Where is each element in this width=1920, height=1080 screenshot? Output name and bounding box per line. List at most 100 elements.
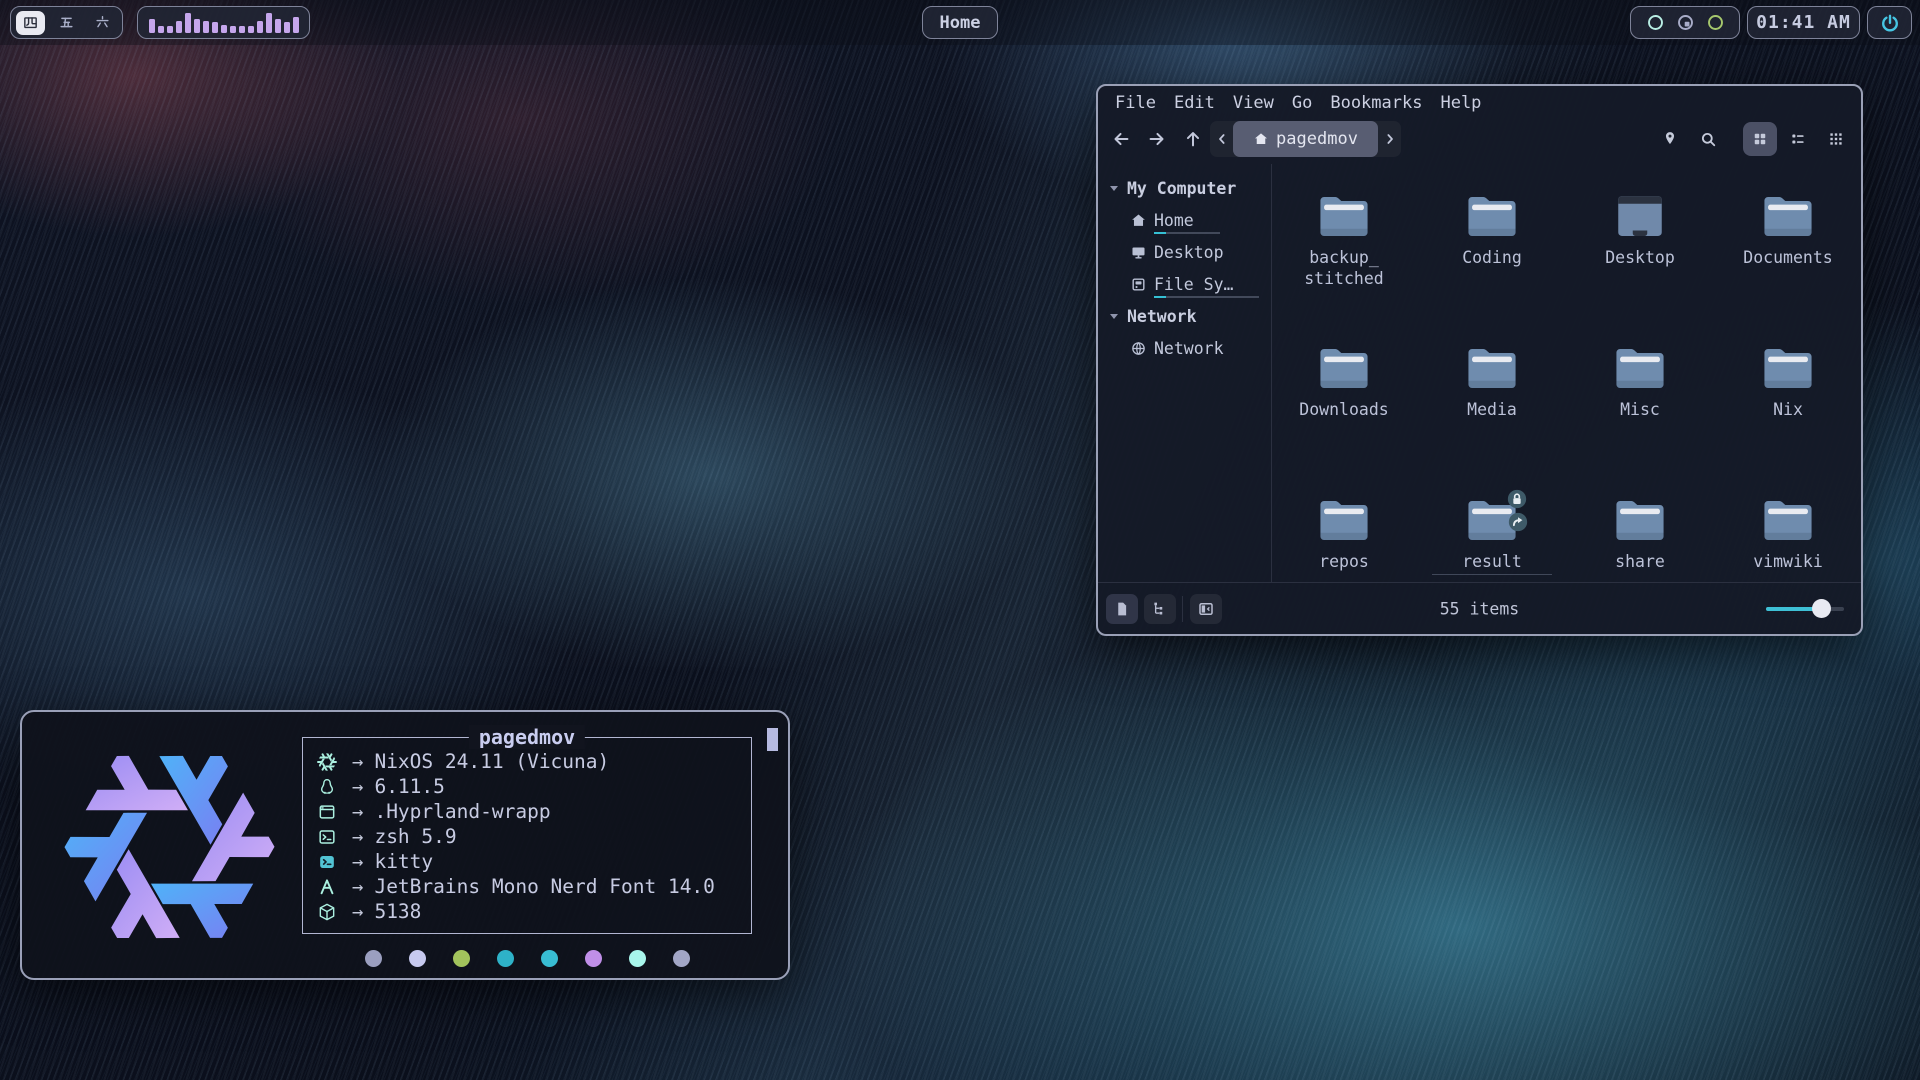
folder-icon xyxy=(1315,496,1373,544)
fetch-value: NixOS 24.11 (Vicuna) xyxy=(374,750,609,773)
file-item-result[interactable]: result xyxy=(1418,496,1566,572)
file-item-backup-stitched[interactable]: backup_stitched xyxy=(1270,192,1418,289)
focused-window-title: Home xyxy=(940,13,981,33)
arrow-icon: → xyxy=(352,776,363,798)
zoom-slider[interactable] xyxy=(1766,607,1844,611)
location-button[interactable] xyxy=(1653,122,1687,156)
menu-edit[interactable]: Edit xyxy=(1165,91,1224,115)
file-item-nix[interactable]: Nix xyxy=(1714,344,1862,420)
tray-item-cyan-ring[interactable] xyxy=(1646,13,1665,32)
fetch-row: → zsh 5.9 xyxy=(315,824,745,849)
compact-view-button[interactable] xyxy=(1819,122,1853,156)
file-item-vimwiki[interactable]: vimwiki xyxy=(1714,496,1862,572)
file-label: result xyxy=(1418,551,1566,572)
workspace-button-item[interactable] xyxy=(52,11,81,35)
file-manager-window: FileEditViewGoBookmarksHelp pagedmov My … xyxy=(1096,84,1863,636)
expander-icon xyxy=(1110,314,1118,319)
fetch-value: zsh 5.9 xyxy=(374,825,456,848)
sidebar-item-label: Home xyxy=(1154,211,1194,230)
sidebar-item-label: Network xyxy=(1154,339,1224,358)
sidebar-item-file-sy[interactable]: File Sy… xyxy=(1100,268,1271,300)
power-button[interactable] xyxy=(1867,6,1912,39)
back-button[interactable] xyxy=(1106,125,1136,153)
folder-icon xyxy=(1463,344,1521,392)
file-item-media[interactable]: Media xyxy=(1418,344,1566,420)
file-item-repos[interactable]: repos xyxy=(1270,496,1418,572)
arrow-icon: → xyxy=(352,901,363,923)
tray-item-green-ring[interactable] xyxy=(1706,13,1725,32)
visualizer-bar xyxy=(293,17,299,33)
zoom-slider-knob[interactable] xyxy=(1812,599,1831,618)
file-item-coding[interactable]: Coding xyxy=(1418,192,1566,268)
clock-widget[interactable]: 01:41 AM xyxy=(1747,6,1860,39)
desktop: { "top_bar": { "workspaces": [ { "glyph"… xyxy=(0,0,1920,1080)
file-label: Coding xyxy=(1418,247,1566,268)
folder-icon xyxy=(1611,496,1669,544)
visualizer-bar xyxy=(284,22,290,33)
visualizer-bar xyxy=(212,22,218,33)
folder-icon xyxy=(1759,344,1817,392)
tray[interactable] xyxy=(1630,6,1740,39)
icon-view-button[interactable] xyxy=(1743,122,1777,156)
visualizer-bar xyxy=(266,13,272,33)
file-item-misc[interactable]: Misc xyxy=(1566,344,1714,420)
folder-icon xyxy=(1463,192,1521,240)
visualizer-bar xyxy=(221,25,227,33)
sidebar-item-label: Desktop xyxy=(1154,243,1224,262)
sidebar-section-my-computer[interactable]: My Computer xyxy=(1100,172,1271,204)
file-item-desktop[interactable]: Desktop xyxy=(1566,192,1714,268)
sidebar-section-network[interactable]: Network xyxy=(1100,300,1271,332)
fetch-value: 6.11.5 xyxy=(374,775,444,798)
search-button[interactable] xyxy=(1691,122,1725,156)
menu-go[interactable]: Go xyxy=(1283,91,1321,115)
file-item-share[interactable]: share xyxy=(1566,496,1714,572)
up-button[interactable] xyxy=(1178,125,1208,153)
file-label: repos xyxy=(1270,551,1418,572)
sidebar-item-home[interactable]: Home xyxy=(1100,204,1271,236)
arrow-icon: → xyxy=(352,751,363,773)
tray-item-indicator-ring[interactable] xyxy=(1676,13,1695,32)
menu-bookmarks[interactable]: Bookmarks xyxy=(1321,91,1431,115)
fetch-row: →.Hyprland-wrapp xyxy=(315,799,745,824)
palette-dot xyxy=(629,950,646,967)
fetch-info-box: pagedmov →NixOS 24.11 (Vicuna)→6.11.5→.H… xyxy=(302,737,752,934)
focused-window-pill[interactable]: Home xyxy=(922,6,998,39)
folder-icon xyxy=(1759,496,1817,544)
menu-help[interactable]: Help xyxy=(1431,91,1490,115)
top-bar: Home 01:41 AM xyxy=(0,0,1920,45)
forward-button[interactable] xyxy=(1142,125,1172,153)
sidebar-item-desktop[interactable]: Desktop xyxy=(1100,236,1271,268)
palette-dot xyxy=(365,950,382,967)
menu-bar: FileEditViewGoBookmarksHelp xyxy=(1098,86,1861,116)
arrow-icon: → xyxy=(352,876,363,898)
sidebar-item-network[interactable]: Network xyxy=(1100,332,1271,364)
file-item-downloads[interactable]: Downloads xyxy=(1270,344,1418,420)
menu-view[interactable]: View xyxy=(1224,91,1283,115)
workspace-button-item[interactable] xyxy=(88,11,117,35)
sidebar-item-label: File Sy… xyxy=(1154,275,1233,294)
desktop-icon xyxy=(1611,192,1669,240)
fetch-value: kitty xyxy=(374,850,433,873)
menu-file[interactable]: File xyxy=(1106,91,1165,115)
drive-icon xyxy=(1130,276,1147,293)
list-view-button[interactable] xyxy=(1781,122,1815,156)
section-label: My Computer xyxy=(1127,179,1236,198)
fetch-row: →5138 xyxy=(315,899,745,924)
search-icon xyxy=(1699,130,1718,149)
file-item-documents[interactable]: Documents xyxy=(1714,192,1862,268)
visualizer-bar xyxy=(167,26,173,33)
palette-dot xyxy=(541,950,558,967)
file-label: Misc xyxy=(1566,399,1714,420)
folder-icon xyxy=(1315,192,1373,240)
window-body: My Computer Home Desktop File Sy… Network Net… xyxy=(1100,164,1859,582)
workspace-button-item[interactable] xyxy=(16,11,45,35)
path-tab-home[interactable]: pagedmov xyxy=(1233,121,1378,157)
path-scroll-left-icon[interactable] xyxy=(1210,131,1233,147)
file-grid: backup_stitchedCodingDesktopDocuments Dow… xyxy=(1272,164,1859,582)
terminal-window: pagedmov →NixOS 24.11 (Vicuna)→6.11.5→.H… xyxy=(20,710,790,980)
visualizer-bar xyxy=(203,21,209,33)
path-scroll-right-icon[interactable] xyxy=(1378,131,1401,147)
arrow-icon: → xyxy=(352,826,363,848)
visualizer-bar xyxy=(194,19,200,33)
workspace-switcher[interactable] xyxy=(10,6,123,39)
